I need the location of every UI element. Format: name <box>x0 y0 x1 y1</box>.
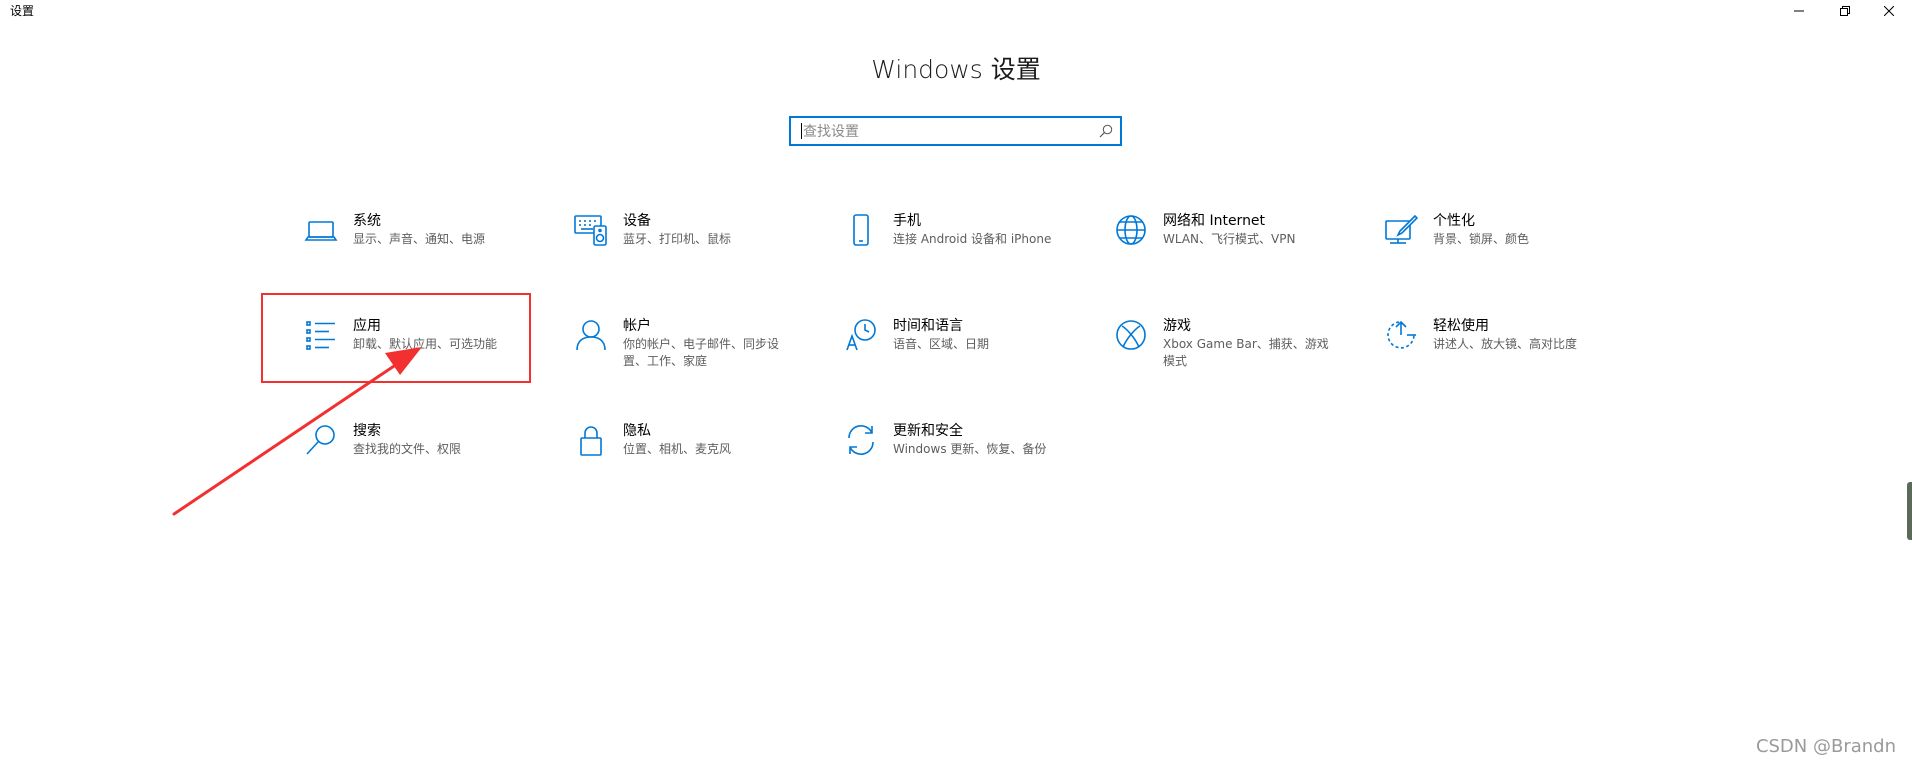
tile-label: 轻松使用 <box>1433 318 1489 334</box>
window-title: 设置 <box>10 4 35 18</box>
tile-label: 系统 <box>353 213 381 229</box>
tile-phone[interactable]: 手机 连接 Android 设备和 iPhone <box>841 210 1101 290</box>
search-input[interactable] <box>801 121 1085 143</box>
tile-label: 时间和语言 <box>893 318 963 334</box>
search-icon[interactable] <box>1099 124 1113 138</box>
update-icon <box>841 420 881 460</box>
tile-accounts[interactable]: 帐户 你的帐户、电子邮件、同步设置、工作、家庭 <box>571 315 831 395</box>
tile-label: 隐私 <box>623 423 651 439</box>
close-button[interactable] <box>1866 0 1912 22</box>
tile-label: 搜索 <box>353 423 381 439</box>
keyboard-speaker-icon <box>571 210 611 250</box>
phone-icon <box>841 210 881 250</box>
tile-time-language[interactable]: 时间和语言 语音、区域、日期 <box>841 315 1101 395</box>
laptop-icon <box>301 210 341 250</box>
annotation-highlight-box <box>261 293 531 383</box>
minimize-button[interactable] <box>1776 0 1822 22</box>
title-bar: 设置 <box>0 0 1912 22</box>
tile-network[interactable]: 网络和 Internet WLAN、飞行模式、VPN <box>1111 210 1371 290</box>
page-title: Windows 设置 <box>871 55 1041 84</box>
time-language-icon <box>841 315 881 355</box>
tile-description: Xbox Game Bar、捕获、游戏模式 <box>1163 337 1329 368</box>
tile-ease-of-access[interactable]: 轻松使用 讲述人、放大镜、高对比度 <box>1381 315 1641 395</box>
globe-icon <box>1111 210 1151 250</box>
tile-description: 你的帐户、电子邮件、同步设置、工作、家庭 <box>623 337 780 368</box>
restore-icon <box>1840 6 1850 16</box>
tile-description: WLAN、飞行模式、VPN <box>1163 232 1296 246</box>
tile-description: 位置、相机、麦克风 <box>623 442 732 456</box>
tile-label: 游戏 <box>1163 318 1191 334</box>
tile-label: 更新和安全 <box>893 423 963 439</box>
tile-description: 背景、锁屏、颜色 <box>1433 232 1530 246</box>
tile-search[interactable]: 搜索 查找我的文件、权限 <box>301 420 561 500</box>
tile-label: 帐户 <box>623 318 651 334</box>
tile-description: Windows 更新、恢复、备份 <box>893 442 1047 456</box>
lock-icon <box>571 420 611 460</box>
tile-privacy[interactable]: 隐私 位置、相机、麦克风 <box>571 420 831 500</box>
person-icon <box>571 315 611 355</box>
tile-description: 查找我的文件、权限 <box>353 442 462 456</box>
restore-button[interactable] <box>1822 0 1868 22</box>
xbox-icon <box>1111 315 1151 355</box>
search-box[interactable] <box>789 116 1122 146</box>
tile-label: 手机 <box>893 213 921 229</box>
tile-description: 讲述人、放大镜、高对比度 <box>1433 337 1578 351</box>
tile-personalization[interactable]: 个性化 背景、锁屏、颜色 <box>1381 210 1641 290</box>
tile-label: 网络和 Internet <box>1163 213 1266 229</box>
tile-label: 设备 <box>623 213 651 229</box>
search-icon <box>301 420 341 460</box>
tile-update-security[interactable]: 更新和安全 Windows 更新、恢复、备份 <box>841 420 1101 500</box>
tile-devices[interactable]: 设备 蓝牙、打印机、鼠标 <box>571 210 831 290</box>
tile-description: 蓝牙、打印机、鼠标 <box>623 232 732 246</box>
ease-of-access-icon <box>1381 315 1421 355</box>
tile-description: 连接 Android 设备和 iPhone <box>893 232 1052 246</box>
watermark: CSDN @Brandn <box>1755 736 1896 757</box>
tile-description: 语音、区域、日期 <box>893 337 990 351</box>
tile-system[interactable]: 系统 显示、声音、通知、电源 <box>301 210 561 290</box>
tile-label: 个性化 <box>1433 213 1475 229</box>
tile-gaming[interactable]: 游戏 Xbox Game Bar、捕获、游戏模式 <box>1111 315 1371 395</box>
close-icon <box>1884 6 1894 16</box>
paint-icon <box>1381 210 1421 250</box>
tile-description: 显示、声音、通知、电源 <box>353 232 486 246</box>
minimize-icon <box>1794 10 1804 12</box>
scroll-handle[interactable] <box>1907 482 1912 540</box>
